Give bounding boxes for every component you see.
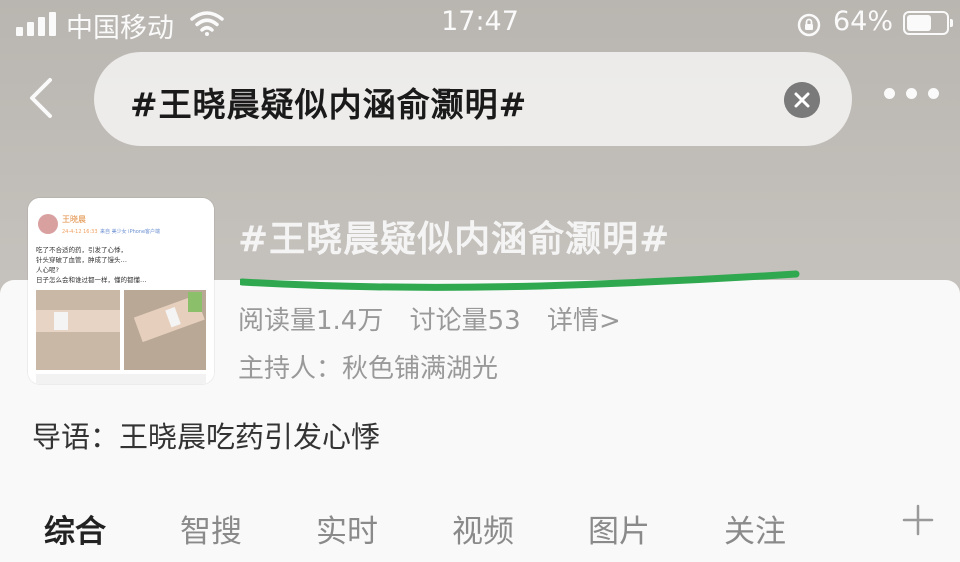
back-arrow-icon[interactable] (22, 76, 62, 120)
tab-realtime[interactable]: 实时 (316, 506, 378, 551)
topic-stats: 阅读量1.4万 讨论量53 详情> (238, 300, 639, 337)
svg-text:24-4-12 16:33: 24-4-12 16:33 (62, 229, 98, 235)
tab-video[interactable]: 视频 (452, 506, 514, 551)
svg-text:来自 美少女 iPhone客户端: 来自 美少女 iPhone客户端 (100, 228, 160, 235)
read-count: 阅读量1.4万 (238, 306, 384, 336)
tab-images[interactable]: 图片 (588, 506, 650, 551)
search-bar[interactable]: #王晓晨疑似内涵俞灏明# (94, 52, 852, 146)
highlight-underline (240, 270, 800, 291)
battery-percent: 64% (833, 6, 894, 37)
clear-search-icon[interactable] (784, 82, 820, 118)
topic-title: #王晓晨疑似内涵俞灏明# (238, 219, 671, 260)
svg-text:日子怎么会和谁过都一样，懂的都懂…: 日子怎么会和谁过都一样，懂的都懂… (36, 275, 147, 284)
topic-guide: 导语：王晓晨吃药引发心悸 (32, 420, 381, 454)
battery-icon (903, 11, 953, 35)
tab-following[interactable]: 关注 (724, 506, 786, 551)
topic-thumbnail[interactable]: 王晓晨 24-4-12 16:33 来自 美少女 iPhone客户端 吃了不合适… (28, 198, 214, 384)
post-screenshot-image: 王晓晨 24-4-12 16:33 来自 美少女 iPhone客户端 吃了不合适… (28, 198, 214, 384)
rotation-lock-icon (797, 13, 821, 37)
search-tabs: 综合 智搜 实时 视频 图片 关注 (0, 504, 960, 562)
topic-host: 主持人：秋色铺满湖光 (238, 354, 499, 384)
tab-smart-search[interactable]: 智搜 (180, 506, 242, 551)
add-tab-icon[interactable] (900, 502, 936, 538)
more-options-icon[interactable] (884, 88, 940, 102)
svg-text:针头穿破了血管，肿成了馒头…: 针头穿破了血管，肿成了馒头… (36, 255, 127, 264)
details-link[interactable]: 详情> (547, 306, 621, 336)
svg-text:人心呢?: 人心呢? (36, 266, 59, 274)
svg-text:吃了不合适的药，引发了心悸，: 吃了不合适的药，引发了心悸， (36, 245, 127, 254)
svg-text:王晓晨: 王晓晨 (62, 214, 86, 224)
status-bar: 中国移动 17:47 64% (0, 0, 960, 48)
tab-comprehensive[interactable]: 综合 (44, 506, 106, 551)
discuss-count: 讨论量53 (409, 306, 521, 336)
search-input[interactable]: #王晓晨疑似内涵俞灏明# (130, 78, 527, 126)
